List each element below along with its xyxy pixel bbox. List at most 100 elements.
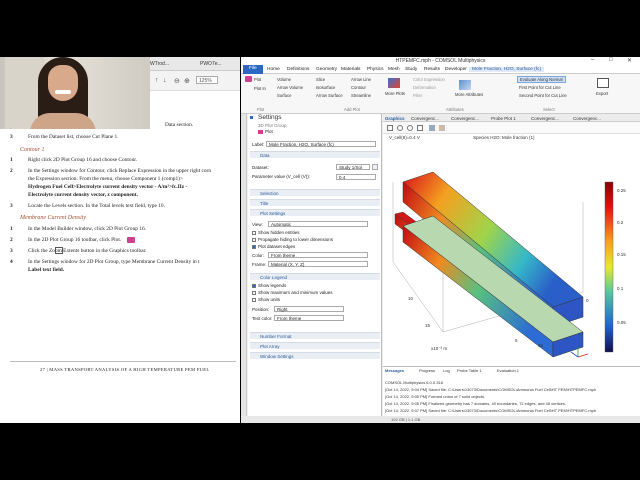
section-selection[interactable]: Selection (250, 189, 380, 196)
ribbon-evaluate-along-normal[interactable]: Evaluate Along Normal (517, 76, 566, 83)
menu-home[interactable]: Home (267, 67, 280, 72)
color-select[interactable]: From theme (268, 252, 368, 258)
section-color-legend-label: Color Legend (260, 275, 288, 280)
menu-physics[interactable]: Physics (367, 67, 384, 72)
section-plot-array[interactable]: Plot Array (250, 342, 380, 349)
position-select[interactable]: Right (274, 306, 344, 312)
ribbon-arrow-surface[interactable]: Arrow Surface (316, 93, 343, 98)
view-select[interactable]: Automatic (268, 221, 368, 227)
show-hidden-checkbox[interactable] (252, 231, 256, 235)
parameter-select[interactable]: 0.4 (336, 174, 376, 180)
dataset-select[interactable]: Study 1/Sol (336, 164, 370, 170)
ribbon-group-label: Attributes (446, 107, 464, 112)
legend-tick: 0.1 (617, 286, 624, 291)
zoom-out-icon[interactable] (407, 125, 413, 131)
tab-evaluation[interactable]: Evaluation 1 (497, 368, 519, 373)
step-number: 2 (10, 237, 13, 243)
ribbon-deformation[interactable]: Deformation (413, 85, 436, 90)
axis-tick: 15 (425, 323, 431, 328)
section-number-format[interactable]: Number Format (250, 332, 380, 339)
show-maxmin-checkbox[interactable] (252, 291, 256, 295)
section-color-legend[interactable]: Color Legend (250, 273, 380, 280)
tab-convergence[interactable]: Convergenc... (411, 116, 439, 121)
tab-convergence[interactable]: Convergenc... (573, 116, 601, 121)
ribbon-second-point[interactable]: Second Point for Cut Line (519, 93, 567, 98)
close-icon[interactable]: ✕ (627, 57, 632, 64)
ribbon-isosurface[interactable]: Isosurface (316, 85, 335, 90)
section-title[interactable]: Title (250, 199, 380, 206)
plot-icon (258, 130, 263, 134)
show-units-checkbox[interactable] (252, 298, 256, 302)
zoom-extents-icon[interactable] (417, 125, 423, 131)
comsol-window: HTPEMFC.mph - COMSOL Multiphysics – □ ✕ … (241, 57, 640, 423)
ribbon-volume[interactable]: Volume (277, 77, 291, 82)
ribbon-surface[interactable]: Surface (277, 93, 291, 98)
tab-messages[interactable]: Messages (385, 368, 404, 373)
zoom-out-icon[interactable]: ⊖ (174, 77, 180, 85)
ribbon-plot-button[interactable]: Plot (254, 77, 261, 82)
zoom-in-icon[interactable] (397, 125, 403, 131)
menu-mesh[interactable]: Mesh (388, 67, 400, 72)
maximize-icon[interactable]: □ (609, 57, 613, 63)
pdf-line: In the Settings window for Contour, clic… (28, 168, 212, 174)
tab-probe-plot[interactable]: Probe Plot 1 (491, 116, 516, 121)
ribbon-more-attributes[interactable]: More Attributes (455, 92, 483, 97)
frame-select[interactable]: Material (X, Y, Z) (268, 261, 368, 267)
ribbon-contour[interactable]: Contour (351, 85, 366, 90)
page-up-icon[interactable]: ↑ (155, 77, 159, 84)
ribbon-color-expression[interactable]: Color Expression (413, 77, 445, 82)
zoom-level[interactable]: 125% (196, 76, 218, 84)
ribbon-export[interactable]: Export (596, 91, 608, 96)
section-plot-settings[interactable]: Plot Settings (250, 209, 380, 216)
menu-file[interactable]: File (243, 65, 263, 74)
ribbon-arrow-line[interactable]: Arrow Line (351, 77, 371, 82)
tab-convergence[interactable]: Convergenc... (531, 116, 559, 121)
section-window-settings[interactable]: Window Settings (250, 352, 380, 359)
tab-probe-table[interactable]: Probe Table 1 (457, 368, 482, 373)
ribbon-more-plots[interactable]: More Plots (385, 91, 405, 96)
graphics-window[interactable]: Graphics Convergenc... Convergenc... Pro… (383, 114, 640, 366)
ribbon-first-point[interactable]: First Point for Cut Line (519, 85, 561, 90)
propagate-label: Propagate hiding to lower dimensions (258, 237, 334, 242)
menu-definitions[interactable]: Definitions (287, 67, 309, 72)
ribbon-filter[interactable]: Filter (413, 93, 422, 98)
camera-icon[interactable] (439, 125, 445, 131)
window-title: HTPEMFC.mph - COMSOL Multiphysics (241, 57, 640, 65)
label-field[interactable]: Mole Fraction, H2O, Surface (fc) (266, 141, 376, 147)
ribbon-slice[interactable]: Slice (316, 77, 325, 82)
menu-geometry[interactable]: Geometry (316, 67, 337, 72)
ribbon-arrow-volume[interactable]: Arrow Volume (277, 85, 303, 90)
text-color-select[interactable]: From theme (274, 315, 344, 321)
section-window-settings-label: Window Settings (260, 354, 294, 359)
minimize-icon[interactable]: – (591, 57, 594, 63)
menu-materials[interactable]: Materials (341, 67, 360, 72)
page-down-icon[interactable]: ↓ (163, 77, 167, 84)
section-data[interactable]: Data (250, 151, 380, 158)
plot-3d-canvas[interactable]: 15 10 x10⁻³ m 15 5 0 0.25 0.2 0.15 0.1 0… (383, 142, 640, 366)
dataset-key: Dataset: (252, 165, 269, 170)
plot-dataset-edges-checkbox[interactable] (252, 245, 256, 249)
zoom-box-icon[interactable] (387, 125, 393, 131)
view-icon[interactable] (429, 125, 435, 131)
show-legends-checkbox[interactable] (252, 284, 256, 288)
section-plot-array-label: Plot Array (260, 344, 280, 349)
settings-plot-button[interactable]: Plot (265, 129, 273, 134)
pdf-tab[interactable]: WTrod... (150, 61, 169, 67)
ribbon-streamline[interactable]: Streamline (351, 93, 371, 98)
pdf-tab[interactable]: PWO7e... (200, 61, 222, 67)
menu-results[interactable]: Results (424, 67, 440, 72)
tab-graphics[interactable]: Graphics (385, 116, 405, 121)
ribbon-plot-in-button[interactable]: Plot In (254, 86, 266, 91)
model-builder-collapsed[interactable] (241, 114, 247, 423)
menu-study[interactable]: Study (405, 67, 417, 72)
dataset-goto-icon[interactable] (372, 164, 378, 170)
menu-contextual-tab[interactable]: Mole Fraction, H2O, Surface (fc) (469, 66, 545, 72)
tab-progress[interactable]: Progress (419, 368, 435, 373)
tab-log[interactable]: Log (443, 368, 450, 373)
pdf-line: Hydrogen Fuel Cell>Electrolyte current d… (28, 184, 188, 190)
propagate-checkbox[interactable] (252, 238, 256, 242)
zoom-in-icon[interactable]: ⊕ (184, 77, 190, 85)
tab-convergence[interactable]: Convergenc... (451, 116, 479, 121)
menu-developer[interactable]: Developer (445, 67, 467, 72)
panel-collapse-icon[interactable] (250, 116, 253, 119)
